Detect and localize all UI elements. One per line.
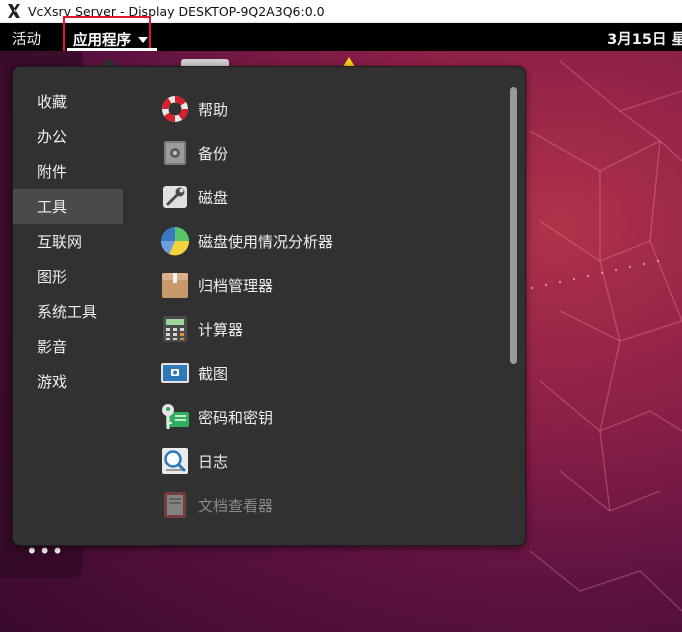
category-item-office[interactable]: 办公 [13, 119, 123, 154]
category-item-favorites[interactable]: 收藏 [13, 84, 123, 119]
lifebuoy-icon [160, 94, 190, 124]
pie-chart-icon [160, 226, 190, 256]
category-item-internet[interactable]: 互联网 [13, 224, 123, 259]
app-item-archive-manager[interactable]: 归档管理器 [160, 263, 333, 307]
app-label: 帮助 [198, 100, 229, 119]
caret-down-icon [138, 37, 148, 43]
app-item-disk-usage-analyzer[interactable]: 磁盘使用情况分析器 [160, 219, 333, 263]
date-clock[interactable]: 3月15日 星 [607, 28, 682, 49]
app-item-screenshot[interactable]: 截图 [160, 351, 333, 395]
key-icon [160, 402, 190, 432]
safe-icon [160, 138, 190, 168]
app-label: 归档管理器 [198, 276, 274, 295]
category-item-system-tools[interactable]: 系统工具 [13, 294, 123, 329]
app-label: 文档查看器 [198, 496, 274, 515]
applications-menu-button[interactable]: 应用程序 [73, 29, 148, 50]
category-list: 收藏 办公 附件 工具 互联网 图形 系统工具 影音 游戏 [13, 84, 123, 399]
app-label: 截图 [198, 364, 229, 383]
disk-wrench-icon [160, 182, 190, 212]
vcxsrv-x-icon [3, 0, 25, 22]
log-magnifier-icon [160, 446, 190, 476]
document-viewer-icon [160, 490, 190, 520]
screenshot-icon [160, 358, 190, 388]
app-label: 计算器 [198, 320, 244, 339]
archive-box-icon [160, 270, 190, 300]
category-item-games[interactable]: 游戏 [13, 364, 123, 399]
app-label: 磁盘使用情况分析器 [198, 232, 334, 251]
app-label: 备份 [198, 144, 229, 163]
calculator-icon [160, 314, 190, 344]
app-item-backup[interactable]: 备份 [160, 131, 333, 175]
category-item-sound-video[interactable]: 影音 [13, 329, 123, 364]
app-label: 磁盘 [198, 188, 229, 207]
gnome-top-bar: 活动 应用程序 3月15日 星 [0, 16, 682, 57]
app-item-passwords-and-keys[interactable]: 密码和密钥 [160, 395, 333, 439]
app-label: 密码和密钥 [198, 408, 274, 427]
app-item-document-viewer[interactable]: 文档查看器 [160, 483, 333, 527]
applications-menu-label: 应用程序 [73, 33, 131, 49]
category-item-utilities[interactable]: 工具 [13, 189, 123, 224]
app-label: 日志 [198, 452, 229, 471]
category-item-graphics[interactable]: 图形 [13, 259, 123, 294]
app-item-help[interactable]: 帮助 [160, 87, 333, 131]
app-item-calculator[interactable]: 计算器 [160, 307, 333, 351]
application-list: 帮助 备份 磁盘 磁盘使用情况分析器 归档管理器 计算器 截图 密码和密钥 日志… [160, 87, 333, 527]
applications-menu: 收藏 办公 附件 工具 互联网 图形 系统工具 影音 游戏 帮助 备份 磁盘 磁… [12, 66, 526, 546]
menu-scrollbar[interactable] [510, 87, 517, 364]
app-item-logs[interactable]: 日志 [160, 439, 333, 483]
activities-button[interactable]: 活动 [12, 28, 41, 49]
app-item-disks[interactable]: 磁盘 [160, 175, 333, 219]
category-item-accessories[interactable]: 附件 [13, 154, 123, 189]
